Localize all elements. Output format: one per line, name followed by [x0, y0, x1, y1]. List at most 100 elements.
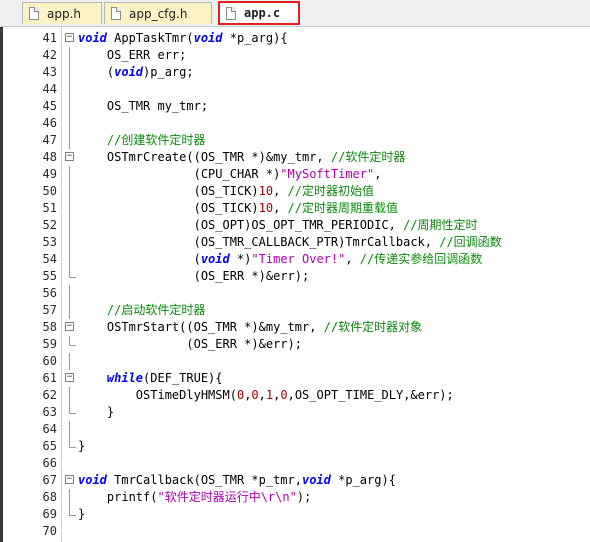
- line-number: 51: [42, 201, 57, 215]
- fold-guide: [69, 251, 70, 268]
- code-line[interactable]: 51 (OS_TICK)10, //定时器周期重载值: [3, 200, 590, 217]
- fold-end-guide: [69, 404, 76, 414]
- string-literal: "MySoftTimer": [280, 167, 375, 181]
- code-content: }: [78, 438, 85, 455]
- code-text: (: [78, 65, 115, 79]
- code-line[interactable]: 46: [3, 115, 590, 132]
- code-line[interactable]: 58− OSTmrStart((OS_TMR *)&my_tmr, //软件定时…: [3, 319, 590, 336]
- keyword: void: [301, 473, 331, 487]
- code-content: (OS_ERR *)&err);: [78, 336, 302, 353]
- tab-app-h[interactable]: app.h: [22, 2, 102, 24]
- code-line[interactable]: 55 (OS_ERR *)&err);: [3, 268, 590, 285]
- tab-app-cfg-h[interactable]: app_cfg.h: [104, 2, 212, 24]
- code-content: OS_ERR err;: [78, 47, 186, 64]
- code-line[interactable]: 66: [3, 455, 590, 472]
- code-content: (OS_ERR *)&err);: [78, 268, 310, 285]
- code-line[interactable]: 62 OSTimeDlyHMSM(0,0,1,0,OS_OPT_TIME_DLY…: [3, 387, 590, 404]
- code-line[interactable]: 42 OS_ERR err;: [3, 47, 590, 64]
- fold-collapse-icon[interactable]: −: [65, 373, 74, 382]
- comment: //定时器周期重载值: [287, 201, 398, 215]
- code-text: (CPU_CHAR *): [78, 167, 281, 181]
- code-line[interactable]: 44: [3, 81, 590, 98]
- code-line[interactable]: 69}: [3, 506, 590, 523]
- code-line[interactable]: 52 (OS_OPT)OS_OPT_TMR_PERIODIC, //周期性定时: [3, 217, 590, 234]
- code-text: OSTmrStart((OS_TMR *)&my_tmr,: [78, 320, 324, 334]
- code-line[interactable]: 68 printf("软件定时器运行中\r\n");: [3, 489, 590, 506]
- code-line[interactable]: 49 (CPU_CHAR *)"MySoftTimer",: [3, 166, 590, 183]
- code-line[interactable]: 45 OS_TMR my_tmr;: [3, 98, 590, 115]
- fold-guide: [69, 47, 70, 64]
- code-line[interactable]: 67− void TmrCallback(OS_TMR *p_tmr,void *…: [3, 472, 590, 489]
- code-text: TmrCallback(OS_TMR *p_tmr,: [106, 473, 302, 487]
- code-text: }: [78, 439, 86, 453]
- line-number: 42: [42, 48, 57, 62]
- code-editor[interactable]: 41− void AppTaskTmr(void *p_arg){42 OS_ER…: [0, 27, 590, 542]
- code-text: (: [78, 252, 201, 266]
- code-content: (OS_TICK)10, //定时器初始值: [78, 183, 374, 200]
- code-text: (OS_TMR_CALLBACK_PTR)TmrCallback,: [78, 235, 440, 249]
- code-line[interactable]: 70: [3, 523, 590, 540]
- code-line[interactable]: 64: [3, 421, 590, 438]
- number-literal: 10: [258, 184, 274, 198]
- code-content: //启动软件定时器: [78, 302, 205, 319]
- code-text: ,: [258, 388, 266, 402]
- code-line[interactable]: 63 }: [3, 404, 590, 421]
- code-line[interactable]: 43 (void)p_arg;: [3, 64, 590, 81]
- line-number: 60: [42, 354, 57, 368]
- code-text: printf(: [78, 490, 158, 504]
- code-line[interactable]: 50 (OS_TICK)10, //定时器初始值: [3, 183, 590, 200]
- code-line[interactable]: 41− void AppTaskTmr(void *p_arg){: [3, 30, 590, 47]
- code-text: }: [78, 507, 86, 521]
- code-content: OS_TMR my_tmr;: [78, 98, 208, 115]
- code-line[interactable]: 65}: [3, 438, 590, 455]
- line-number: 43: [42, 65, 57, 79]
- fold-collapse-icon[interactable]: −: [65, 322, 74, 331]
- line-number: 70: [42, 524, 57, 538]
- code-content: (void)p_arg;: [78, 64, 194, 81]
- fold-collapse-icon[interactable]: −: [65, 33, 74, 42]
- code-line[interactable]: 48− OSTmrCreate((OS_TMR *)&my_tmr, //软件定…: [3, 149, 590, 166]
- code-line[interactable]: 59 (OS_ERR *)&err);: [3, 336, 590, 353]
- code-line[interactable]: 60: [3, 353, 590, 370]
- keyword: void: [193, 31, 223, 45]
- comment: //软件定时器: [330, 150, 406, 164]
- code-line[interactable]: 56: [3, 285, 590, 302]
- line-number: 44: [42, 82, 57, 96]
- fold-guide: [69, 353, 70, 370]
- code-content: }: [78, 506, 85, 523]
- code-line[interactable]: 47 //创建软件定时器: [3, 132, 590, 149]
- string-literal: "Timer Over!": [251, 252, 346, 266]
- code-line[interactable]: 54 (void *)"Timer Over!", //传递实参给回调函数: [3, 251, 590, 268]
- code-content: while(DEF_TRUE){: [78, 370, 223, 387]
- fold-end-guide: [69, 268, 76, 278]
- code-line[interactable]: 61− while(DEF_TRUE){: [3, 370, 590, 387]
- fold-end-guide: [69, 438, 76, 448]
- line-number: 49: [42, 167, 57, 181]
- code-text: }: [78, 405, 115, 419]
- code-text: ,: [273, 201, 288, 215]
- fold-collapse-icon[interactable]: −: [65, 152, 74, 161]
- line-number: 69: [42, 507, 57, 521]
- code-text: *): [229, 252, 252, 266]
- fold-guide: [69, 387, 70, 404]
- code-line[interactable]: 57 //启动软件定时器: [3, 302, 590, 319]
- code-text: );: [296, 490, 312, 504]
- comment: //回调函数: [439, 235, 502, 249]
- code-text: *p_arg){: [222, 31, 288, 45]
- tab-app-c[interactable]: app.c: [218, 1, 300, 25]
- code-line[interactable]: 53 (OS_TMR_CALLBACK_PTR)TmrCallback, //回…: [3, 234, 590, 251]
- code-text: *p_arg){: [330, 473, 396, 487]
- number-literal: 10: [258, 201, 274, 215]
- line-number: 66: [42, 456, 57, 470]
- line-number: 53: [42, 235, 57, 249]
- fold-guide: [69, 183, 70, 200]
- fold-guide: [69, 132, 70, 149]
- code-text: (OS_ERR *)&err);: [78, 269, 310, 283]
- keyword: while: [106, 371, 144, 385]
- line-number: 45: [42, 99, 57, 113]
- fold-collapse-icon[interactable]: −: [65, 475, 74, 484]
- file-icon: [226, 6, 236, 20]
